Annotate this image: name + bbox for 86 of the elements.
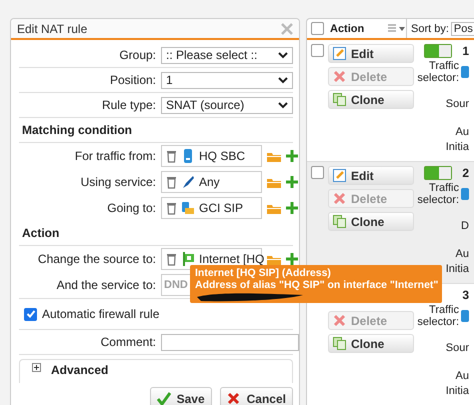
checkbox-label: Automatic firewall rule bbox=[42, 307, 160, 321]
dialog-title: Edit NAT rule bbox=[17, 22, 88, 36]
column-header: Action bbox=[330, 22, 366, 34]
section-heading: Action bbox=[21, 226, 60, 240]
sort-label: Sort by: bbox=[411, 22, 449, 34]
sort-dropdown[interactable]: Pos bbox=[450, 22, 474, 36]
edit-button[interactable]: Edit bbox=[328, 44, 414, 63]
edit-button[interactable]: Edit bbox=[328, 166, 414, 185]
detail-label: Initia bbox=[446, 385, 469, 397]
list-menu-icon bbox=[388, 24, 406, 33]
plus-icon bbox=[286, 202, 298, 214]
checkbox[interactable] bbox=[24, 308, 37, 320]
folder-icon bbox=[267, 202, 281, 214]
folder-icon bbox=[267, 150, 281, 162]
toggle-switch[interactable] bbox=[424, 44, 452, 58]
field-label: Change the source to: bbox=[36, 252, 157, 266]
object-field[interactable]: GCI SIP bbox=[161, 197, 262, 219]
detail-label: Au bbox=[456, 248, 469, 260]
field-label: For traffic from: bbox=[74, 149, 157, 163]
caret-icon bbox=[278, 101, 288, 109]
x-icon bbox=[333, 192, 346, 205]
copy-icon bbox=[333, 215, 346, 228]
detail-label: Sour bbox=[446, 98, 469, 110]
dropdown[interactable]: :: Please select :: bbox=[161, 46, 293, 64]
plus-icon bbox=[286, 150, 298, 162]
pencil-icon bbox=[333, 169, 346, 182]
folder-icon bbox=[267, 176, 281, 188]
x-icon bbox=[226, 392, 241, 405]
pen-icon bbox=[182, 175, 194, 189]
pencil-icon bbox=[333, 47, 346, 60]
checkbox[interactable] bbox=[311, 44, 324, 57]
field-label: Position: bbox=[108, 73, 157, 87]
caret-icon bbox=[278, 76, 288, 84]
x-icon bbox=[333, 314, 346, 327]
detail-label: Initia bbox=[446, 263, 469, 275]
object-icon bbox=[461, 310, 469, 322]
clone-button[interactable]: Clone bbox=[328, 334, 414, 353]
network-icon bbox=[182, 201, 194, 215]
clone-button[interactable]: Clone bbox=[328, 90, 414, 109]
field-label: And the service to: bbox=[56, 278, 157, 292]
rule-number: 3 bbox=[462, 288, 469, 302]
detail-label: Traffic selector: bbox=[417, 304, 459, 328]
detail-label: Traffic selector: bbox=[417, 60, 459, 84]
detail-label: D bbox=[461, 220, 469, 232]
trash-icon bbox=[166, 252, 177, 266]
device-icon bbox=[182, 149, 194, 163]
flag-icon bbox=[182, 252, 194, 266]
detail-label: Au bbox=[456, 126, 469, 138]
copy-icon bbox=[333, 93, 346, 106]
dropdown[interactable]: 1 bbox=[161, 72, 293, 88]
detail-label: Traffic selector: bbox=[417, 182, 459, 206]
object-field[interactable]: Any bbox=[161, 171, 262, 193]
rule-number: 1 bbox=[462, 44, 469, 58]
x-icon bbox=[333, 70, 346, 83]
advanced-expander[interactable]: Advanced bbox=[19, 359, 293, 383]
field-label: Going to: bbox=[106, 201, 157, 215]
rule-number: 2 bbox=[462, 166, 469, 180]
toggle-switch[interactable] bbox=[424, 166, 452, 180]
save-button[interactable]: Save bbox=[150, 387, 212, 405]
detail-label: Initia bbox=[446, 141, 469, 153]
close-icon[interactable] bbox=[281, 22, 293, 34]
field-label: Comment: bbox=[100, 335, 157, 349]
check-icon bbox=[156, 392, 171, 405]
object-field[interactable]: HQ SBC bbox=[161, 145, 262, 167]
detail-label: Sour bbox=[446, 342, 469, 354]
plus-icon bbox=[286, 253, 298, 265]
cancel-button[interactable]: Cancel bbox=[220, 387, 293, 405]
copy-icon bbox=[333, 337, 346, 350]
trash-icon bbox=[166, 149, 177, 163]
caret-icon bbox=[278, 51, 288, 59]
trash-icon bbox=[166, 175, 177, 189]
field-label: Using service: bbox=[80, 175, 157, 189]
folder-icon bbox=[267, 254, 281, 264]
checkbox[interactable] bbox=[311, 166, 324, 179]
trash-icon bbox=[166, 201, 177, 215]
dropdown[interactable]: SNAT (source) bbox=[161, 96, 293, 114]
checkbox[interactable] bbox=[311, 22, 324, 35]
clone-button[interactable]: Clone bbox=[328, 212, 414, 231]
object-icon bbox=[461, 66, 469, 78]
section-heading: Matching condition bbox=[21, 123, 132, 137]
detail-label: Au bbox=[456, 370, 469, 382]
field-label: Group: bbox=[118, 48, 157, 62]
comment-input[interactable] bbox=[161, 334, 299, 350]
plus-icon bbox=[286, 176, 298, 188]
object-icon bbox=[461, 188, 469, 200]
field-label: Rule type: bbox=[100, 98, 157, 112]
